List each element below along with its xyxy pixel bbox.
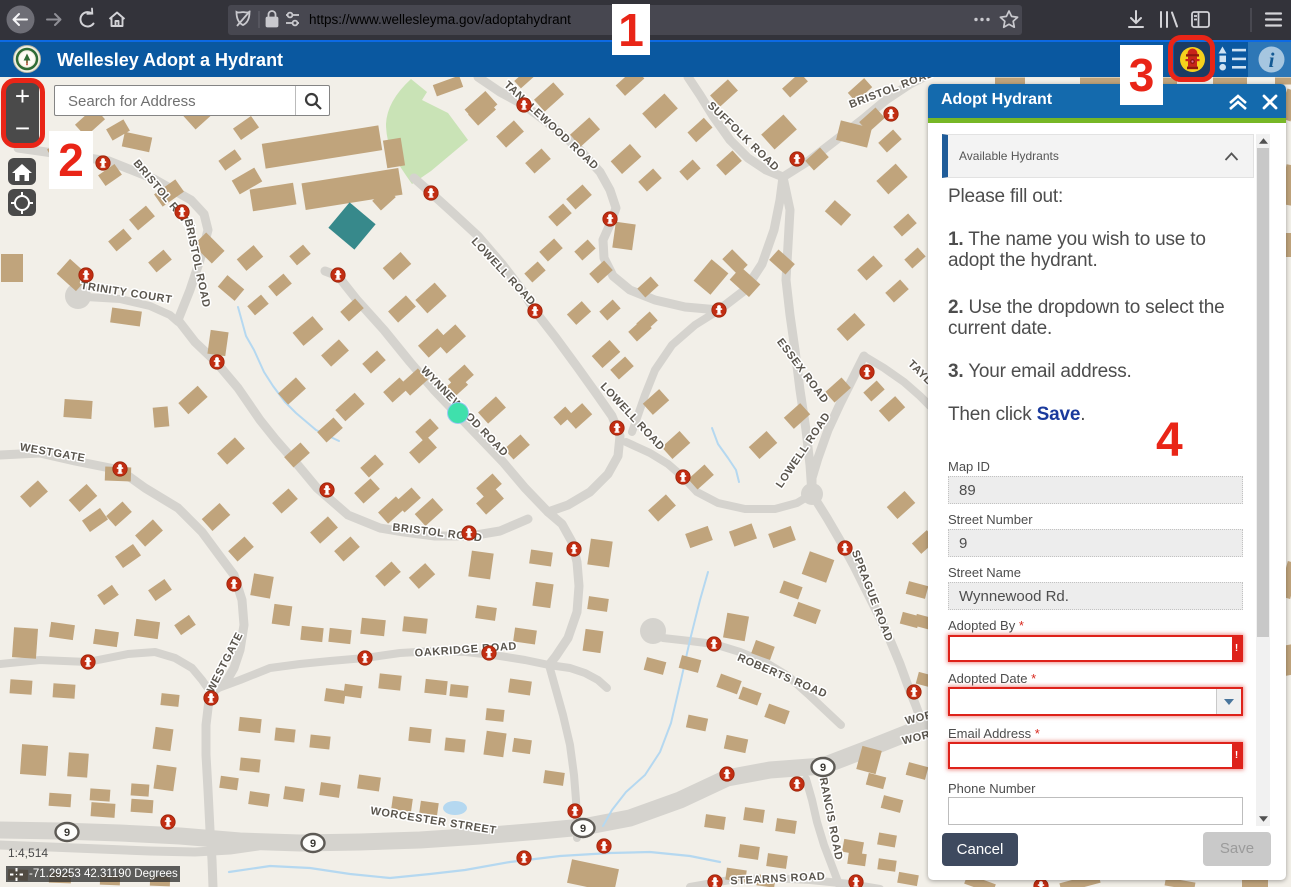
svg-text:9: 9: [580, 823, 586, 835]
svg-text:Wellesley Adopt a Hydrant: Wellesley Adopt a Hydrant: [57, 50, 283, 70]
svg-text:i: i: [1269, 48, 1275, 72]
svg-text:9: 9: [64, 827, 70, 839]
svg-text:9: 9: [820, 762, 826, 774]
svg-text:9: 9: [310, 838, 316, 850]
svg-text:https://www.wellesleyma.gov/ad: https://www.wellesleyma.gov/adoptahydran…: [309, 12, 571, 27]
